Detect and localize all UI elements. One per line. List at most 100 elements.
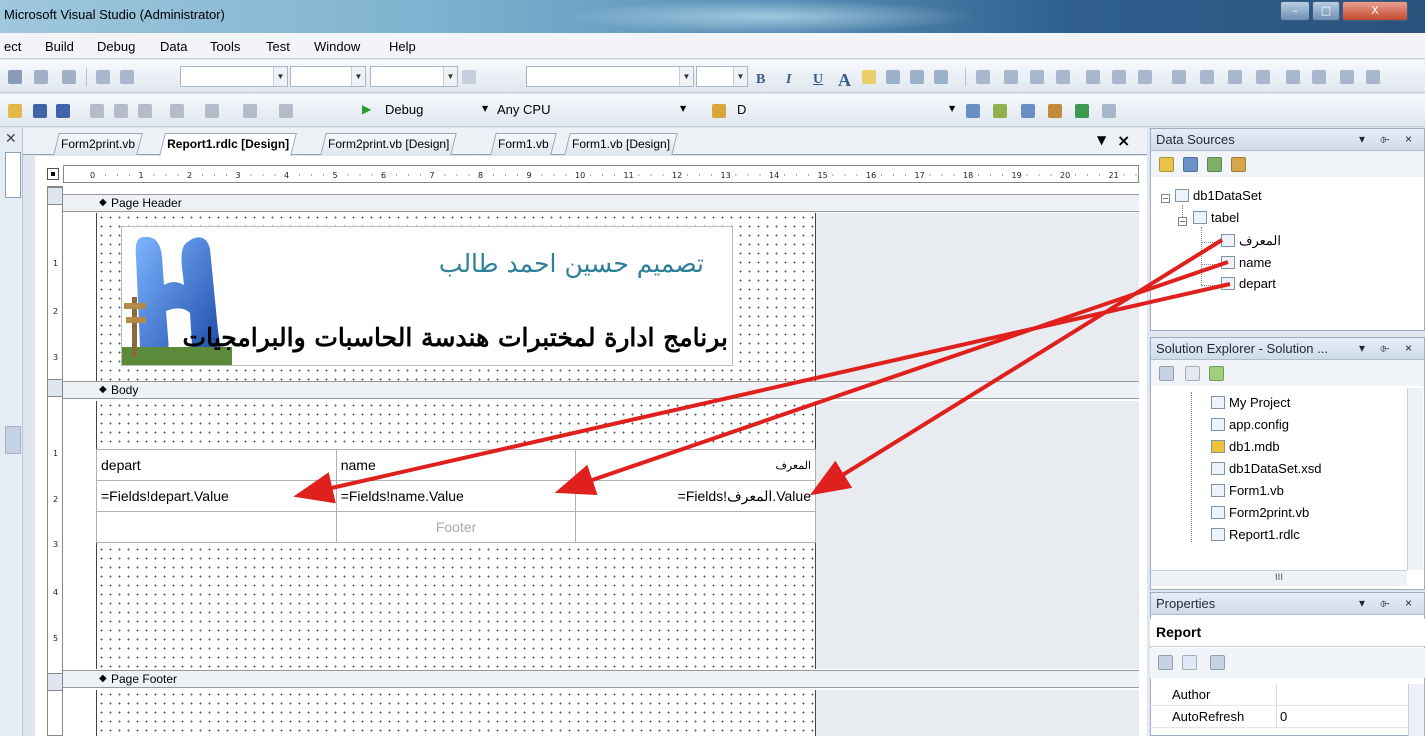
- add-data-source-icon[interactable]: [1159, 157, 1174, 172]
- menu-build[interactable]: Build: [45, 39, 74, 54]
- hspace-icon[interactable]: [1286, 70, 1300, 84]
- redo-icon[interactable]: [205, 104, 219, 118]
- solution-explorer-icon[interactable]: [966, 104, 980, 118]
- property-row[interactable]: AutoRefresh 0: [1150, 706, 1408, 728]
- start-debug-icon[interactable]: ▶: [362, 102, 371, 116]
- close-button[interactable]: X: [1342, 1, 1408, 21]
- config-label[interactable]: Debug: [385, 102, 423, 117]
- undo-icon[interactable]: [170, 104, 184, 118]
- navigate-forward-icon[interactable]: [279, 104, 293, 118]
- paste-icon[interactable]: [138, 104, 152, 118]
- size-width-icon[interactable]: [1172, 70, 1186, 84]
- hspace-remove-icon[interactable]: [1366, 70, 1380, 84]
- solution-item[interactable]: Form2print.vb: [1211, 505, 1309, 520]
- color-combo[interactable]: ▼: [526, 66, 694, 87]
- menu-help[interactable]: Help: [389, 39, 416, 54]
- panel-controls[interactable]: ▾ ⌱ ×: [1359, 593, 1418, 614]
- tab-close-icon[interactable]: ×: [1117, 131, 1130, 150]
- show-all-files-icon[interactable]: [1185, 366, 1200, 381]
- refresh-icon[interactable]: [1209, 366, 1224, 381]
- solution-item[interactable]: My Project: [1211, 395, 1290, 410]
- table-node[interactable]: tabel: [1193, 210, 1239, 225]
- table-cell[interactable]: =Fields!المعرف.Value: [575, 480, 816, 512]
- property-value[interactable]: 0: [1280, 709, 1287, 724]
- ruler-corner[interactable]: [47, 168, 59, 180]
- property-pages-icon[interactable]: [1210, 655, 1225, 670]
- solution-item[interactable]: db1DataSet.xsd: [1211, 461, 1322, 476]
- table-cell[interactable]: =Fields!name.Value: [335, 480, 577, 512]
- save-icon[interactable]: [33, 104, 47, 118]
- field-node[interactable]: name: [1221, 255, 1272, 270]
- field-node[interactable]: depart: [1221, 276, 1276, 291]
- solution-item[interactable]: Report1.rdlc: [1211, 527, 1300, 542]
- copy-icon[interactable]: [114, 104, 128, 118]
- toolbox-icon[interactable]: [1048, 104, 1062, 118]
- header-banner-image[interactable]: تصميم حسين احمد طالب برنامج ادارة لمختبر…: [121, 226, 733, 366]
- configure-dataset-icon[interactable]: [1207, 157, 1222, 172]
- properties-icon[interactable]: [993, 104, 1007, 118]
- size-height-icon[interactable]: [1200, 70, 1214, 84]
- bold-button[interactable]: B: [756, 72, 765, 88]
- open-folder-icon[interactable]: [8, 104, 22, 118]
- underline-button[interactable]: U: [813, 72, 823, 88]
- menu-data[interactable]: Data: [160, 39, 187, 54]
- solution-item[interactable]: Form1.vb: [1211, 483, 1284, 498]
- layout-grid-icon[interactable]: [976, 70, 990, 84]
- hspace-dec-icon[interactable]: [1340, 70, 1354, 84]
- field-node[interactable]: المعرف: [1221, 233, 1281, 249]
- tab-form1-design[interactable]: Form1.vb [Design]: [564, 133, 678, 155]
- panel-controls[interactable]: ▾ ⌱ ×: [1359, 338, 1418, 359]
- refresh-icon[interactable]: [1231, 157, 1246, 172]
- toolbox-tab[interactable]: [5, 152, 21, 198]
- command-window-icon[interactable]: [1102, 104, 1116, 118]
- properties-object-selector[interactable]: Report: [1150, 619, 1425, 647]
- find-combo[interactable]: D: [737, 102, 746, 117]
- bottom-align-icon[interactable]: [62, 70, 76, 84]
- cut-icon[interactable]: [90, 104, 104, 118]
- properties-scrollbar[interactable]: [1408, 684, 1424, 736]
- minimize-button[interactable]: –: [1280, 1, 1310, 21]
- config-dropdown-icon[interactable]: ▼: [482, 104, 488, 113]
- tab-list-chevron-down-icon[interactable]: ▼: [1097, 133, 1106, 147]
- style-combo[interactable]: ▼: [180, 66, 288, 87]
- size-combo[interactable]: ▼: [370, 66, 458, 87]
- navigate-back-icon[interactable]: [243, 104, 257, 118]
- table-cell[interactable]: Footer: [335, 511, 577, 543]
- highlight-icon[interactable]: [862, 70, 876, 84]
- table-cell[interactable]: [575, 511, 816, 543]
- align-right-icon[interactable]: [934, 70, 948, 84]
- font-size-combo[interactable]: ▼: [696, 66, 748, 87]
- body-bar[interactable]: ◆ Body: [63, 381, 1139, 399]
- save-all-icon[interactable]: [56, 104, 70, 118]
- expand-table-icon[interactable]: −: [1178, 217, 1187, 226]
- solution-horizontal-scrollbar[interactable]: III: [1151, 570, 1407, 586]
- border-icon[interactable]: [462, 70, 476, 84]
- layout-middle-icon[interactable]: [1112, 70, 1126, 84]
- align-left-icon[interactable]: [886, 70, 900, 84]
- tab-form1-vb[interactable]: Form1.vb: [490, 133, 557, 155]
- menu-tools[interactable]: Tools: [210, 39, 240, 54]
- solution-item[interactable]: app.config: [1211, 417, 1289, 432]
- start-page-icon[interactable]: [1075, 104, 1089, 118]
- table-cell[interactable]: المعرف: [575, 449, 816, 481]
- layout-right-icon[interactable]: [1056, 70, 1070, 84]
- layout-bottom-icon[interactable]: [1138, 70, 1152, 84]
- solution-item[interactable]: db1.mdb: [1211, 439, 1280, 454]
- italic-button[interactable]: I: [786, 72, 791, 88]
- page-footer-area[interactable]: [96, 690, 816, 736]
- find-dropdown-icon[interactable]: ▼: [949, 104, 955, 113]
- menu-project[interactable]: ect: [4, 39, 21, 54]
- center-icon[interactable]: [34, 70, 48, 84]
- categorized-icon[interactable]: [1158, 655, 1173, 670]
- platform-dropdown-icon[interactable]: ▼: [680, 104, 686, 113]
- tab-form2print-design[interactable]: Form2print.vb [Design]: [320, 133, 458, 155]
- table-cell[interactable]: depart: [96, 449, 337, 481]
- spacing-icon[interactable]: [96, 70, 110, 84]
- height-icon[interactable]: [120, 70, 134, 84]
- size-both-icon[interactable]: [1228, 70, 1242, 84]
- edit-dataset-icon[interactable]: [1183, 157, 1198, 172]
- expand-dataset-icon[interactable]: −: [1161, 194, 1170, 203]
- layout-left-icon[interactable]: [1004, 70, 1018, 84]
- object-browser-icon[interactable]: [1021, 104, 1035, 118]
- tab-form2print-vb[interactable]: Form2print.vb: [53, 133, 143, 155]
